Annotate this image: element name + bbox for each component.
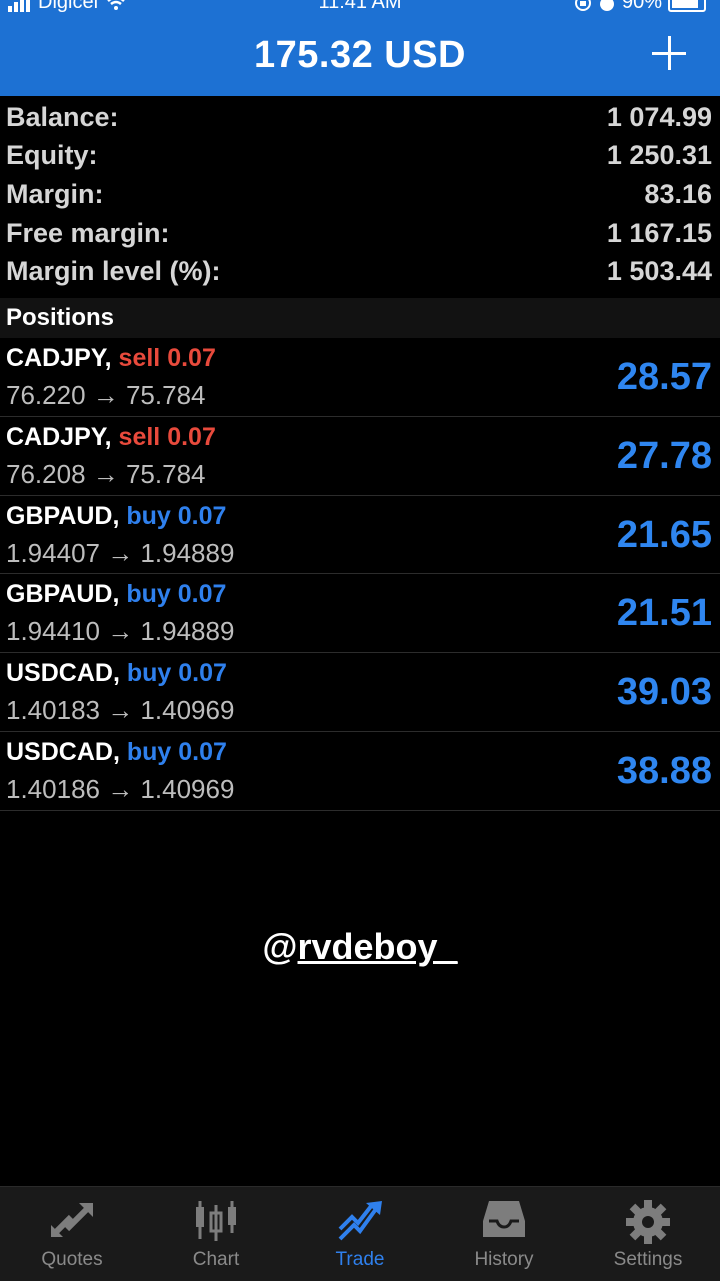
summary-label: Margin level (%): xyxy=(6,256,221,287)
tab-history-label: History xyxy=(474,1249,534,1270)
watermark-at: @ xyxy=(262,926,298,967)
position-profit: 28.57 xyxy=(616,356,712,398)
position-prices: 1.40183 → 1.40969 xyxy=(6,695,235,726)
settings-icon xyxy=(626,1200,670,1244)
alarm-icon xyxy=(599,0,614,11)
position-symbol: CADJPY, xyxy=(6,422,112,451)
add-order-button[interactable] xyxy=(652,36,686,70)
position-profit: 27.78 xyxy=(616,434,712,477)
position-profit: 38.88 xyxy=(616,749,712,792)
tab-quotes[interactable]: Quotes xyxy=(0,1187,144,1281)
position-profit: 39.03 xyxy=(616,671,712,714)
positions-list: CADJPY, sell 0.07 76.220 → 75.784 28.57 CAD… xyxy=(0,338,720,811)
summary-value: 1 503.44 xyxy=(606,256,712,287)
position-profit: 21.51 xyxy=(616,592,712,635)
tab-quotes-label: Quotes xyxy=(41,1249,103,1270)
position-row[interactable]: USDCAD, buy 0.07 1.40183 → 1.40969 39.03 xyxy=(0,653,720,732)
tab-settings[interactable]: Settings xyxy=(576,1187,720,1281)
positions-header: Positions xyxy=(0,298,720,338)
position-symbol: CADJPY, xyxy=(6,344,112,372)
summary-row: Margin level (%): 1 503.44 xyxy=(0,252,720,291)
tab-history[interactable]: History xyxy=(432,1187,576,1281)
position-symbol: GBPAUD, xyxy=(6,580,120,609)
watermark: @rvdeboy_ xyxy=(0,926,720,968)
summary-value: 1 250.31 xyxy=(606,140,712,171)
summary-row: Free margin: 1 167.15 xyxy=(0,214,720,253)
position-title: CADJPY, sell 0.07 xyxy=(6,344,216,373)
tab-chart[interactable]: Chart xyxy=(144,1187,288,1281)
position-side: sell 0.07 xyxy=(118,422,216,451)
summary-label: Free margin: xyxy=(6,217,170,248)
tab-settings-label: Settings xyxy=(613,1249,683,1270)
trade-icon xyxy=(338,1201,382,1241)
quotes-icon xyxy=(50,1203,93,1238)
chart-icon xyxy=(196,1201,236,1241)
tab-trade-label: Trade xyxy=(335,1249,385,1270)
position-side: sell 0.07 xyxy=(118,344,216,372)
position-title: CADJPY, sell 0.07 xyxy=(6,423,216,452)
summary-label: Margin: xyxy=(6,178,104,209)
watermark-handle: rvdeboy_ xyxy=(297,926,458,967)
position-side: buy 0.07 xyxy=(126,737,227,766)
position-row[interactable]: CADJPY, sell 0.07 76.208 → 75.784 27.78 xyxy=(0,417,720,496)
position-row[interactable]: GBPAUD, buy 0.07 1.94410 → 1.94889 21.51 xyxy=(0,574,720,654)
summary-label: Balance: xyxy=(6,101,119,132)
position-title: USDCAD, buy 0.07 xyxy=(6,738,227,767)
status-bar: Digicel 11:41 AM 90% xyxy=(0,0,720,13)
summary-value: 1 167.15 xyxy=(606,217,712,248)
summary-value: 83.16 xyxy=(644,178,712,209)
position-prices: 1.40186 → 1.40969 xyxy=(6,773,235,804)
tab-bar: Quotes Chart Trade History Settings xyxy=(0,1186,720,1281)
position-prices: 76.208 → 75.784 xyxy=(6,458,206,489)
rotation-lock-icon xyxy=(574,0,591,11)
account-profit-title: 175.32 USD xyxy=(253,34,466,76)
tab-trade[interactable]: Trade xyxy=(288,1187,432,1281)
position-title: GBPAUD, buy 0.07 xyxy=(6,502,226,531)
battery-icon xyxy=(668,0,706,12)
position-side: buy 0.07 xyxy=(126,580,227,609)
position-symbol: USDCAD, xyxy=(6,659,120,688)
summary-row: Equity: 1 250.31 xyxy=(0,137,720,176)
position-title: GBPAUD, buy 0.07 xyxy=(6,580,226,609)
position-profit: 21.65 xyxy=(616,513,712,556)
position-side: buy 0.07 xyxy=(126,659,227,688)
position-prices: 1.94407 → 1.94889 xyxy=(6,537,235,568)
position-side: buy 0.07 xyxy=(126,501,227,530)
position-symbol: GBPAUD, xyxy=(6,501,120,530)
top-header: Digicel 11:41 AM 90% 175.32 USD xyxy=(0,0,720,96)
battery-percent: 90% xyxy=(621,0,662,13)
position-prices: 1.94410 → 1.94889 xyxy=(6,616,235,647)
history-icon xyxy=(483,1201,525,1237)
summary-row: Balance: 1 074.99 xyxy=(0,98,720,137)
summary-label: Equity: xyxy=(6,140,98,171)
summary-value: 1 074.99 xyxy=(606,101,712,132)
position-row[interactable]: USDCAD, buy 0.07 1.40186 → 1.40969 38.88 xyxy=(0,732,720,811)
tab-chart-label: Chart xyxy=(192,1249,240,1270)
position-prices: 76.220 → 75.784 xyxy=(6,380,206,410)
position-row[interactable]: CADJPY, sell 0.07 76.220 → 75.784 28.57 xyxy=(0,338,720,417)
account-summary: Balance: 1 074.99 Equity: 1 250.31 Margin: 83… xyxy=(0,98,720,291)
summary-row: Margin: 83.16 xyxy=(0,175,720,214)
position-row[interactable]: GBPAUD, buy 0.07 1.94407 → 1.94889 21.65 xyxy=(0,496,720,575)
position-title: USDCAD, buy 0.07 xyxy=(6,659,227,688)
position-symbol: USDCAD, xyxy=(6,737,120,766)
